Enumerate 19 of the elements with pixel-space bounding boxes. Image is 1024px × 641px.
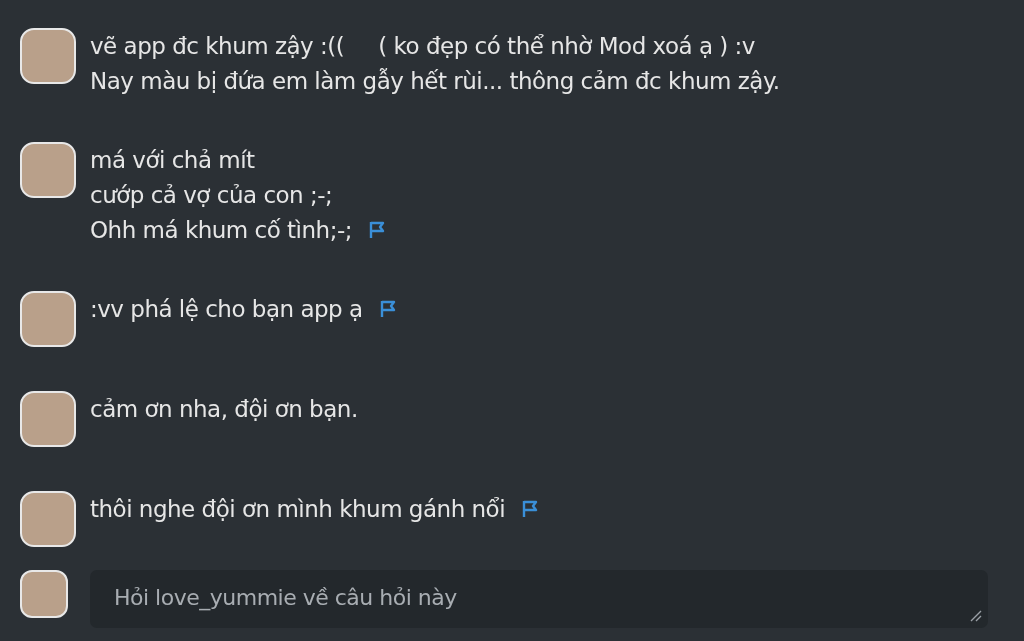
message-text: thôi nghe đội ơn mình khum gánh nổi [90,495,506,522]
avatar-photo-placeholder[interactable] [20,491,76,547]
flag-icon[interactable] [378,299,396,318]
avatar-photo-placeholder[interactable] [20,28,76,84]
avatar-photo-placeholder[interactable] [20,391,76,447]
message-text: Ohh má khum cố tình;-; [90,216,352,243]
message-text: cướp cả vợ của con ;-; [90,181,333,208]
avatar-photo-placeholder[interactable] [20,570,68,618]
message-text: vẽ app đc khum zậy :(( ( ko đẹp có thể nhờ Mod xoá ạ ) :v [90,32,755,59]
resize-handle-icon[interactable] [970,610,982,622]
reply-field[interactable]: Hỏi love_yummie về câu hỏi này [90,570,988,628]
message-text: cảm ơn nha, đội ơn bạn. [90,395,358,422]
message-text: má với chả mít [90,146,255,173]
message-text: :vv phá lệ cho bạn app ạ [90,295,363,322]
avatar-photo-placeholder[interactable] [20,291,76,347]
flag-icon[interactable] [367,220,385,239]
avatar-photo-placeholder[interactable] [20,142,76,198]
message-text: Nay màu bị đứa em làm gẫy hết rùi... thông cảm đc khum zậy. [90,67,780,94]
flag-icon[interactable] [521,499,539,518]
